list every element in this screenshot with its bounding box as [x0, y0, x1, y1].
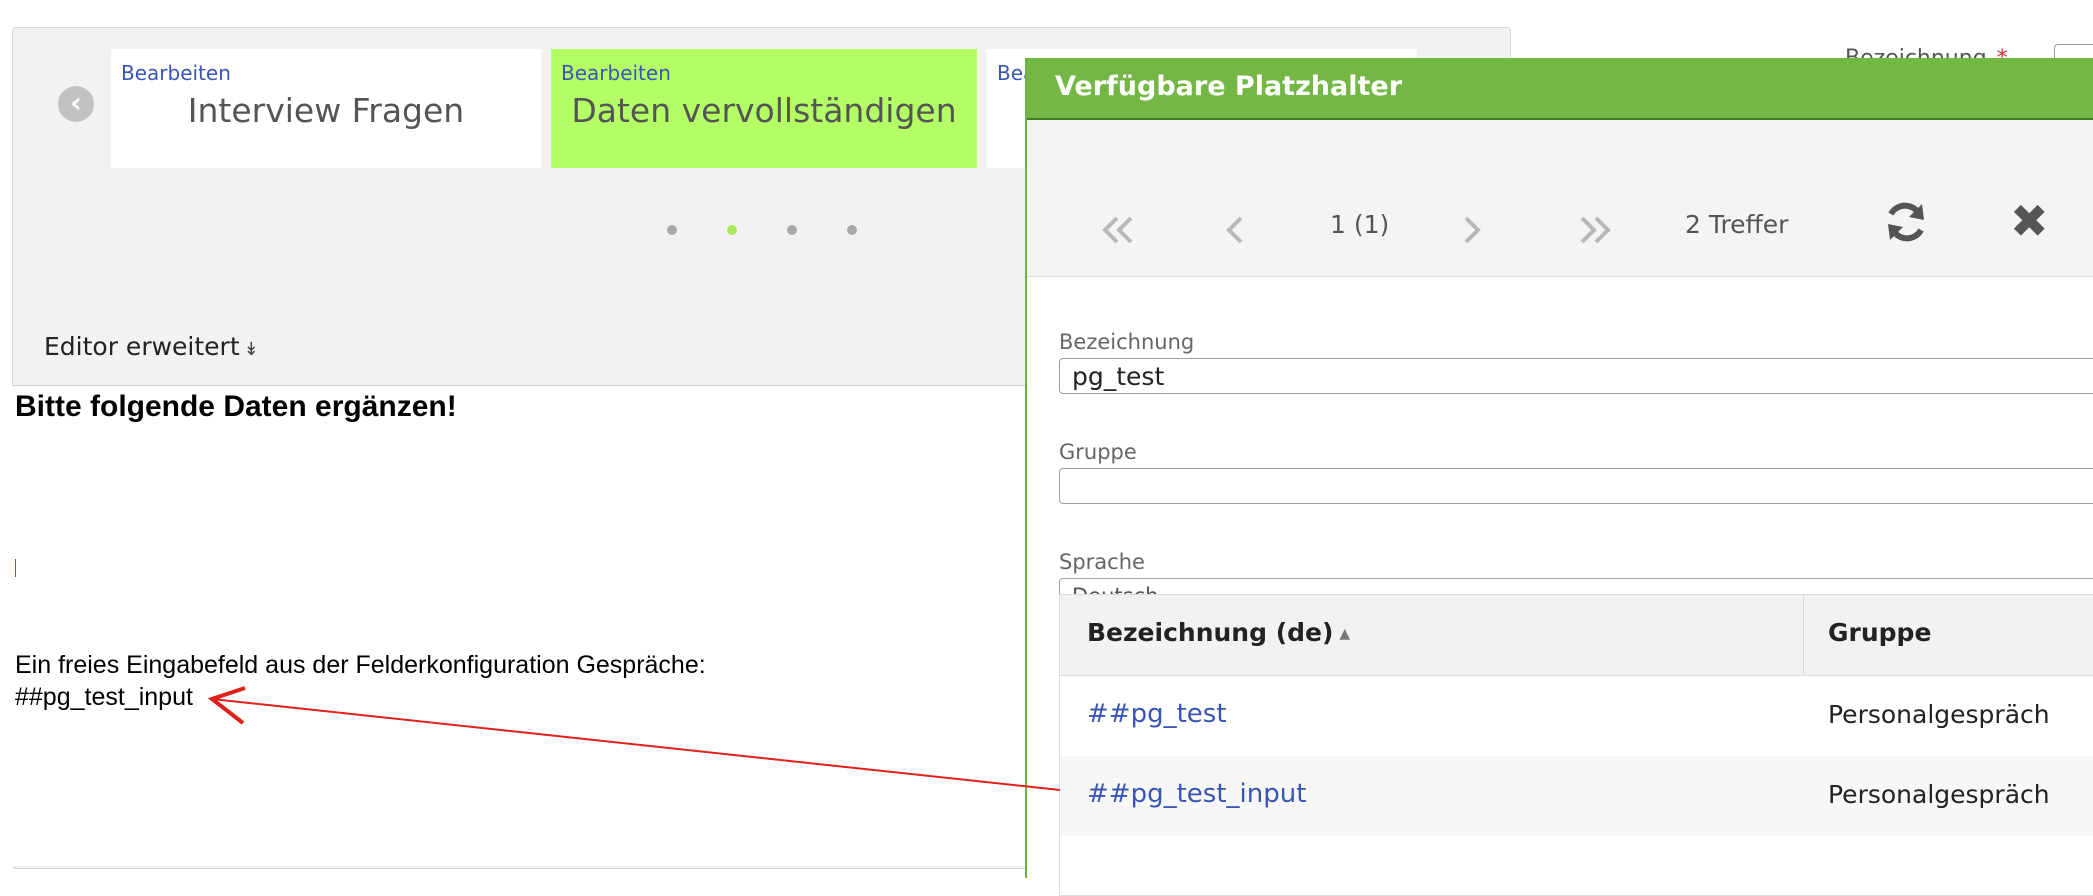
double-chevron-down-icon: ↡: [243, 339, 259, 360]
carousel-dot[interactable]: [787, 225, 797, 235]
editor-extended-toggle[interactable]: Editor erweitert ↡: [44, 332, 259, 361]
editor-heading: Bitte folgende Daten ergänzen!: [15, 390, 457, 423]
table-row[interactable]: ##pg_test_input Personalgespräch: [1060, 756, 2093, 836]
table-header: Bezeichnung (de) ▲ Gruppe: [1060, 595, 2093, 676]
filter-group-label: Gruppe: [1059, 440, 1137, 464]
prev-page-icon[interactable]: [1223, 212, 1247, 248]
row-group: Personalgespräch: [1828, 780, 2050, 809]
carousel-prev-button[interactable]: ‹: [58, 86, 94, 122]
pagination-toolbar: 1 (1) 2 Treffer ✖: [1027, 120, 2093, 277]
column-divider: [1803, 595, 1804, 675]
editor-text-line: Ein freies Eingabefeld aus der Felderkon…: [15, 651, 706, 679]
text-caret: [15, 559, 16, 577]
filter-group-input[interactable]: [1059, 468, 2093, 504]
card-edit-link[interactable]: Bearbeiten: [121, 61, 231, 85]
chevron-left-icon: ‹: [70, 86, 82, 119]
refresh-icon[interactable]: [1882, 198, 1930, 246]
carousel-card-interview[interactable]: Bearbeiten Interview Fragen: [111, 49, 541, 168]
page-info: 1 (1): [1330, 210, 1390, 239]
placeholder-dialog: Verfügbare Platzhalter 1 (1) 2 Treffer ✖…: [1025, 58, 2093, 896]
row-group: Personalgespräch: [1828, 700, 2050, 729]
hits-count: 2 Treffer: [1685, 210, 1789, 239]
carousel-card-daten[interactable]: Bearbeiten Daten vervollständigen: [551, 49, 977, 168]
carousel-dot-active[interactable]: [727, 225, 737, 235]
card-edit-link[interactable]: Bearbeiten: [561, 61, 671, 85]
filter-language-label: Sprache: [1059, 550, 1145, 574]
placeholder-table: Bezeichnung (de) ▲ Gruppe ##pg_test Perso…: [1059, 594, 2093, 896]
carousel-dot[interactable]: [667, 225, 677, 235]
carousel-dot[interactable]: [847, 225, 857, 235]
column-header-group[interactable]: Gruppe: [1828, 618, 1931, 647]
last-page-icon[interactable]: [1578, 212, 1614, 248]
first-page-icon[interactable]: [1099, 212, 1135, 248]
dialog-title: Verfügbare Platzhalter: [1055, 71, 1403, 102]
filter-name-label: Bezeichnung: [1059, 330, 1195, 354]
placeholder-link[interactable]: ##pg_test: [1087, 699, 1227, 729]
card-title: Interview Fragen: [187, 91, 465, 130]
table-row[interactable]: ##pg_test Personalgespräch: [1060, 676, 2093, 756]
rich-text-editor[interactable]: Bitte folgende Daten ergänzen! Ein freie…: [12, 385, 1072, 866]
column-header-name[interactable]: Bezeichnung (de) ▲: [1087, 618, 1350, 647]
filter-name-input[interactable]: [1059, 358, 2093, 394]
card-title: Daten vervollständigen: [571, 91, 957, 130]
close-icon[interactable]: ✖: [2010, 196, 2049, 246]
dialog-header: Verfügbare Platzhalter: [1027, 58, 2093, 120]
editor-placeholder-token: ##pg_test_input: [15, 683, 193, 711]
editor-toggle-label: Editor erweitert: [44, 332, 240, 361]
next-page-icon[interactable]: [1460, 212, 1484, 248]
placeholder-link[interactable]: ##pg_test_input: [1087, 779, 1306, 809]
sort-asc-icon: ▲: [1339, 626, 1351, 642]
